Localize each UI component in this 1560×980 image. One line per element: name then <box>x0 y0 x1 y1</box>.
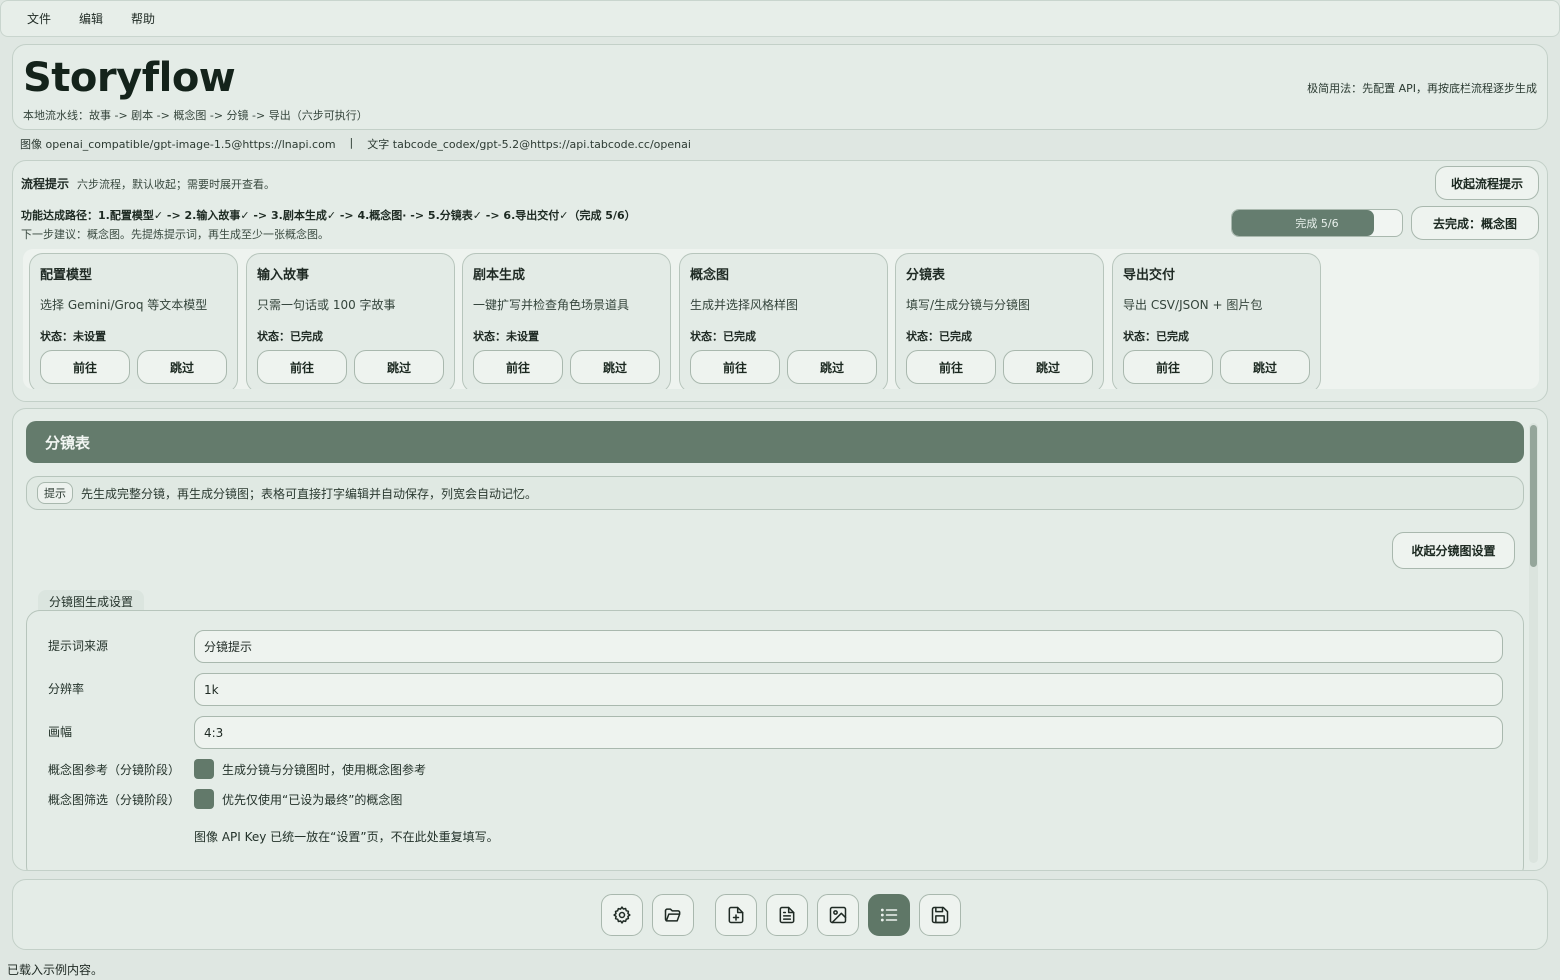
menu-help[interactable]: 帮助 <box>117 6 169 31</box>
step-go-button[interactable]: 前往 <box>257 350 347 384</box>
step-card-status: 状态：已完成 <box>1123 330 1189 343</box>
gear-icon[interactable] <box>601 894 643 936</box>
prompt-source-select[interactable]: 分镜提示 <box>194 630 1503 663</box>
tip-text: 先生成完整分镜，再生成分镜图；表格可直接打字编辑并自动保存，列宽会自动记忆。 <box>81 486 538 501</box>
step-card-status: 状态：已完成 <box>257 330 323 343</box>
model-separator: | <box>349 136 354 149</box>
step-go-button[interactable]: 前往 <box>690 350 780 384</box>
step-card-desc: 生成并选择风格样图 <box>690 298 799 312</box>
usage-hint: 极简用法：先配置 API，再按底栏流程逐步生成 <box>1307 82 1537 95</box>
step-card-title: 配置模型 <box>40 268 93 283</box>
progress-label: 完成 5/6 <box>1295 217 1339 230</box>
step-skip-button[interactable]: 跳过 <box>570 350 660 384</box>
step-card-status: 状态：未设置 <box>40 330 106 343</box>
concept-filter-label: 概念图筛选（分镜阶段） <box>48 793 181 807</box>
menu-file[interactable]: 文件 <box>13 6 65 31</box>
flow-desc: 六步流程，默认收起；需要时展开查看。 <box>77 178 275 191</box>
flow-progress-bar: 完成 5/6 <box>1231 209 1403 237</box>
step-go-button[interactable]: 前往 <box>473 350 563 384</box>
app-header: Storyflow 本地流水线：故事 -> 剧本 -> 概念图 -> 分镜 ->… <box>12 44 1548 130</box>
file-text-icon[interactable] <box>766 894 808 936</box>
resolution-select[interactable]: 1k <box>194 673 1503 706</box>
image-model-info: 图像 openai_compatible/gpt-image-1.5@https… <box>20 138 336 151</box>
resolution-label: 分辨率 <box>48 682 85 696</box>
step-cards: 配置模型 选择 Gemini/Groq 等文本模型 状态：未设置 前往 跳过 输… <box>23 249 1539 389</box>
concept-filter-checkbox[interactable] <box>194 789 214 809</box>
step-card-title: 概念图 <box>690 268 730 283</box>
step-card-desc: 导出 CSV/JSON + 图片包 <box>1123 298 1263 312</box>
prompt-source-label: 提示词来源 <box>48 639 109 653</box>
scrollbar-thumb[interactable] <box>1530 425 1537 567</box>
step-skip-button[interactable]: 跳过 <box>1003 350 1093 384</box>
concept-filter-text: 优先仅使用“已设为最终”的概念图 <box>222 793 403 807</box>
flow-path: 功能达成路径：1.配置模型✓ -> 2.输入故事✓ -> 3.剧本生成✓ -> … <box>21 209 636 222</box>
step-card-title: 输入故事 <box>257 268 310 283</box>
tip-badge: 提示 <box>37 482 73 504</box>
flow-panel: 流程提示 六步流程，默认收起；需要时展开查看。 收起流程提示 功能达成路径：1.… <box>12 160 1548 402</box>
file-plus-icon[interactable] <box>715 894 757 936</box>
flow-title: 流程提示 <box>21 177 70 191</box>
step-card-export: 导出交付 导出 CSV/JSON + 图片包 状态：已完成 前往 跳过 <box>1112 253 1321 389</box>
step-skip-button[interactable]: 跳过 <box>354 350 444 384</box>
aspect-ratio-label: 画幅 <box>48 725 73 739</box>
collapse-storyboard-settings-button[interactable]: 收起分镜图设置 <box>1392 532 1515 569</box>
status-bar: 已载入示例内容。 <box>7 963 104 977</box>
step-card-title: 剧本生成 <box>473 268 526 283</box>
step-card-config-model: 配置模型 选择 Gemini/Groq 等文本模型 状态：未设置 前往 跳过 <box>29 253 238 389</box>
image-icon[interactable] <box>817 894 859 936</box>
step-card-storyboard: 分镜表 填写/生成分镜与分镜图 状态：已完成 前往 跳过 <box>895 253 1104 389</box>
storyboard-title: 分镜表 <box>26 421 1524 463</box>
api-key-note: 图像 API Key 已统一放在“设置”页，不在此处重复填写。 <box>194 830 499 844</box>
app-title: Storyflow <box>23 55 236 101</box>
step-go-button[interactable]: 前往 <box>40 350 130 384</box>
aspect-ratio-select[interactable]: 4:3 <box>194 716 1503 749</box>
concept-reference-text: 生成分镜与分镜图时，使用概念图参考 <box>222 763 427 777</box>
main-scrollbar[interactable] <box>1529 423 1538 863</box>
save-icon[interactable] <box>919 894 961 936</box>
step-card-desc: 一键扩写并检查角色场景道具 <box>473 298 630 312</box>
step-skip-button[interactable]: 跳过 <box>787 350 877 384</box>
folder-open-icon[interactable] <box>652 894 694 936</box>
text-model-info: 文字 tabcode_codex/gpt-5.2@https://api.tab… <box>367 138 691 151</box>
step-skip-button[interactable]: 跳过 <box>137 350 227 384</box>
step-card-status: 状态：已完成 <box>690 330 756 343</box>
concept-reference-label: 概念图参考（分镜阶段） <box>48 763 181 777</box>
bottom-toolbar <box>12 879 1548 950</box>
goto-next-step-button[interactable]: 去完成：概念图 <box>1411 206 1539 240</box>
step-card-status: 状态：未设置 <box>473 330 539 343</box>
step-card-desc: 只需一句话或 100 字故事 <box>257 298 396 312</box>
concept-reference-checkbox[interactable] <box>194 759 214 779</box>
step-go-button[interactable]: 前往 <box>906 350 996 384</box>
list-icon[interactable] <box>868 894 910 936</box>
step-card-input-story: 输入故事 只需一句话或 100 字故事 状态：已完成 前往 跳过 <box>246 253 455 389</box>
step-card-title: 导出交付 <box>1123 268 1176 283</box>
next-step-suggestion: 下一步建议：概念图。先提炼提示词，再生成至少一张概念图。 <box>21 228 329 241</box>
menu-edit[interactable]: 编辑 <box>65 6 117 31</box>
step-card-desc: 选择 Gemini/Groq 等文本模型 <box>40 298 208 312</box>
storyboard-settings-group: 提示词来源 分镜提示 分辨率 1k 画幅 4:3 概念图参考（分镜阶段） 生成分… <box>26 610 1524 870</box>
storyboard-panel: 分镜表 提示 先生成完整分镜，再生成分镜图；表格可直接打字编辑并自动保存，列宽会… <box>12 408 1548 871</box>
model-info: 图像 openai_compatible/gpt-image-1.5@https… <box>20 136 691 152</box>
menubar: 文件 编辑 帮助 <box>0 0 1560 37</box>
step-card-status: 状态：已完成 <box>906 330 972 343</box>
step-skip-button[interactable]: 跳过 <box>1220 350 1310 384</box>
collapse-flow-button[interactable]: 收起流程提示 <box>1435 166 1539 200</box>
step-go-button[interactable]: 前往 <box>1123 350 1213 384</box>
step-card-title: 分镜表 <box>906 268 946 283</box>
step-card-script: 剧本生成 一键扩写并检查角色场景道具 状态：未设置 前往 跳过 <box>462 253 671 389</box>
tip-bar: 提示 先生成完整分镜，再生成分镜图；表格可直接打字编辑并自动保存，列宽会自动记忆… <box>26 476 1524 510</box>
app-subtitle: 本地流水线：故事 -> 剧本 -> 概念图 -> 分镜 -> 导出（六步可执行） <box>23 109 368 122</box>
step-card-desc: 填写/生成分镜与分镜图 <box>906 298 1031 312</box>
step-card-concept-art: 概念图 生成并选择风格样图 状态：已完成 前往 跳过 <box>679 253 888 389</box>
